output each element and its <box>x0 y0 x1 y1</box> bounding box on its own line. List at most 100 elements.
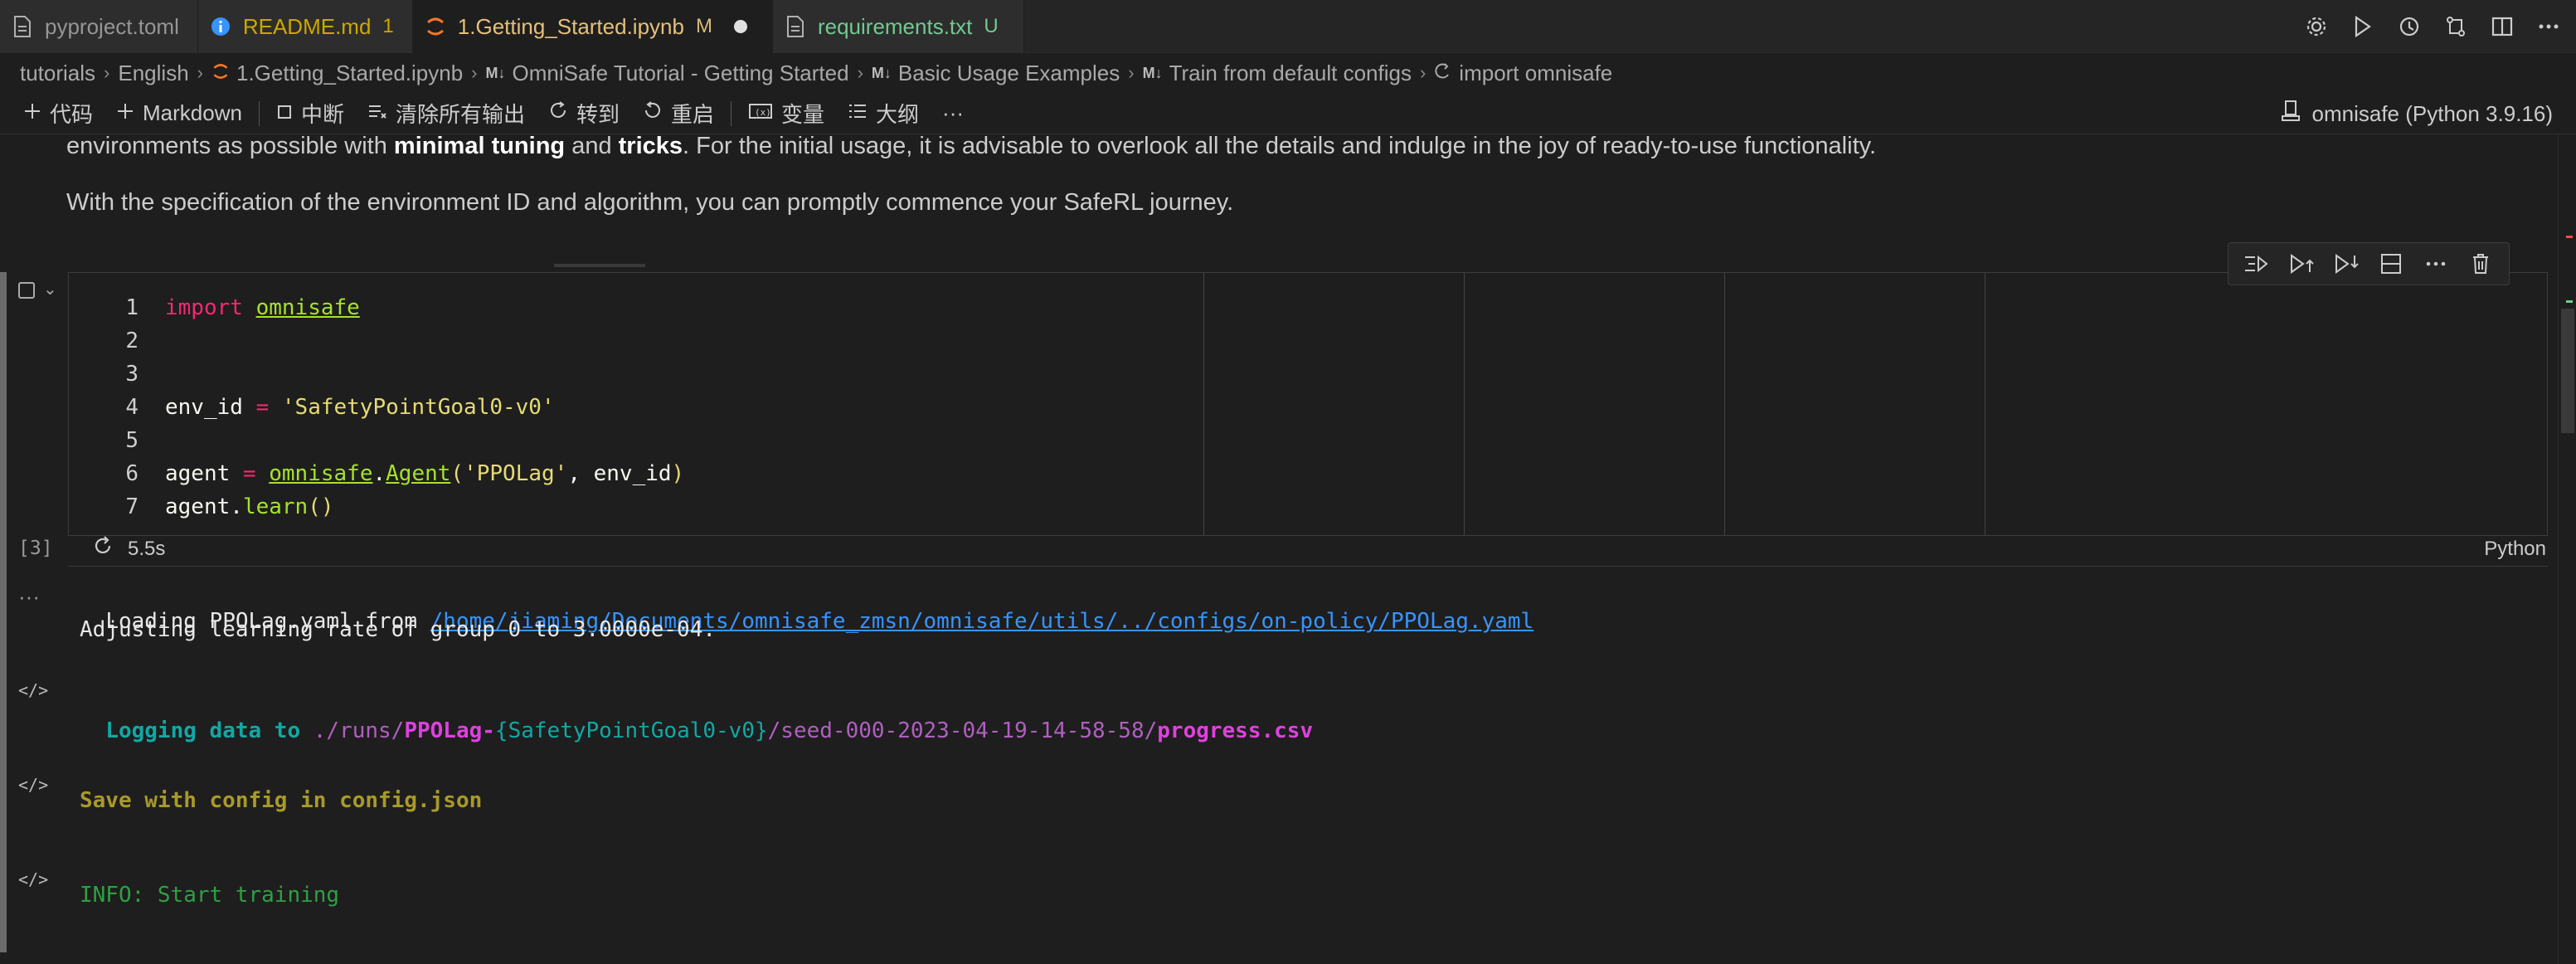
code-output-icon[interactable]: </> <box>18 680 48 700</box>
breadcrumb-item[interactable]: M↓ Basic Usage Examples <box>872 61 1120 86</box>
editor-actions <box>2304 0 2561 53</box>
code-line: 4 env_id = 'SafetyPointGoal0-v0' <box>69 391 554 424</box>
column-ruler <box>1464 273 1465 535</box>
info-icon <box>210 16 231 37</box>
execution-duration: 5.5s <box>128 537 166 560</box>
code-token: omnisafe <box>255 295 360 320</box>
cell-focus-indicator <box>0 272 7 952</box>
line-number: 6 <box>125 461 139 486</box>
breadcrumb-item[interactable]: M↓ OmniSafe Tutorial - Getting Started <box>486 61 849 86</box>
toolbar-divider <box>258 100 260 126</box>
more-toolbar-button[interactable]: ··· <box>931 95 975 132</box>
code-token: ) <box>671 461 685 486</box>
code-token: ( <box>450 461 464 486</box>
execute-below-icon[interactable] <box>2331 249 2361 279</box>
cell-select-checkbox[interactable] <box>18 282 35 299</box>
editor-tab-bar: pyproject.toml README.md 1 1.Getting_Sta… <box>0 0 2576 53</box>
outline-icon <box>848 100 868 126</box>
variables-button[interactable]: (x) 变量 <box>736 95 836 132</box>
cell-language-button[interactable]: Python <box>2484 538 2546 561</box>
chevron-down-icon[interactable]: ⌄ <box>43 279 57 299</box>
git-modified-badge: M <box>695 15 712 37</box>
breadcrumb-label: English <box>118 60 189 85</box>
breadcrumb-item[interactable]: English <box>118 61 188 86</box>
tab-getting-started-ipynb[interactable]: 1.Getting_Started.ipynb M <box>412 0 773 53</box>
output-line: Save with config in config.json <box>80 788 483 813</box>
add-code-cell-button[interactable]: 代码 <box>12 95 104 132</box>
tab-label: README.md <box>242 13 372 39</box>
md-bold: minimal tuning <box>393 133 566 159</box>
code-token: Agent <box>386 461 451 486</box>
button-label: 变量 <box>781 102 825 127</box>
code-line: 7 agent.learn() <box>69 490 333 523</box>
breadcrumb-label: 1.Getting_Started.ipynb <box>236 60 464 85</box>
output-line: Logging data to ./runs/PPOLag-{SafetyPoi… <box>80 694 1313 743</box>
more-actions-icon[interactable] <box>2421 249 2451 279</box>
code-editor[interactable]: 1 import omnisafe 2 3 4 env_id = 'Safety… <box>68 272 2548 536</box>
restart-icon <box>643 100 663 126</box>
markdown-icon: M↓ <box>1142 64 1163 81</box>
interrupt-button[interactable]: 中断 <box>265 95 356 132</box>
tab-requirements-txt[interactable]: requirements.txt U <box>772 0 1024 53</box>
breadcrumb: tutorials › English › 1.Getting_Started.… <box>0 56 2576 90</box>
tab-readme-md[interactable]: README.md 1 <box>197 0 413 53</box>
add-markdown-cell-button[interactable]: Markdown <box>104 95 254 132</box>
output-text: /seed-000-2023-04-19-14-58-58/ <box>767 718 1158 743</box>
gear-icon[interactable] <box>2304 14 2329 39</box>
compare-changes-icon[interactable] <box>2443 14 2468 39</box>
code-token: = <box>242 395 282 420</box>
notebook-toolbar: 代码 Markdown 中断 清除所有输出 转到 重启 (x) 变量 大纲 ··… <box>0 93 2576 134</box>
output-text: Logging data to <box>105 718 313 743</box>
breadcrumb-item[interactable]: tutorials <box>20 61 95 86</box>
output-actions-icon[interactable]: ··· <box>18 584 40 610</box>
split-editor-icon[interactable] <box>2490 14 2515 39</box>
goto-button[interactable]: 转到 <box>537 95 631 132</box>
refresh-icon[interactable] <box>91 534 114 563</box>
tab-label: 1.Getting_Started.ipynb <box>457 13 684 39</box>
chevron-right-icon: › <box>857 62 863 83</box>
split-cell-icon[interactable] <box>2376 249 2406 279</box>
kernel-picker[interactable]: omnisafe (Python 3.9.16) <box>2281 93 2554 134</box>
markdown-paragraph: With the specification of the environmen… <box>66 189 1233 217</box>
breadcrumb-item[interactable]: M↓ Train from default configs <box>1143 61 1412 86</box>
history-icon[interactable] <box>2397 14 2422 39</box>
md-text: environments as possible with <box>66 133 394 159</box>
line-number: 3 <box>125 362 139 387</box>
breadcrumb-item[interactable]: 1.Getting_Started.ipynb <box>211 61 463 86</box>
breadcrumb-item[interactable]: import omnisafe <box>1434 61 1612 86</box>
md-text: and <box>565 133 619 159</box>
vertical-scrollbar[interactable] <box>2558 134 2576 964</box>
tab-pyproject-toml[interactable]: pyproject.toml <box>0 0 198 53</box>
problem-count-badge: 1 <box>382 15 394 37</box>
cell-divider <box>68 566 2548 567</box>
code-token: . <box>372 461 386 486</box>
outline-button[interactable]: 大纲 <box>836 95 931 132</box>
markdown-icon: M↓ <box>485 64 506 81</box>
code-line: 1 import omnisafe <box>69 291 359 324</box>
unsaved-dot-icon[interactable] <box>733 20 747 33</box>
file-icon <box>785 16 806 37</box>
breadcrumb-label: import omnisafe <box>1459 60 1613 85</box>
trash-icon[interactable] <box>2466 249 2496 279</box>
more-actions-icon[interactable] <box>2536 14 2561 39</box>
run-icon[interactable] <box>2350 14 2375 39</box>
execute-above-icon[interactable] <box>2287 249 2316 279</box>
code-output-icon[interactable]: </> <box>18 869 48 889</box>
chevron-right-icon: › <box>197 62 203 83</box>
kernel-label: omnisafe (Python 3.9.16) <box>2311 100 2554 126</box>
code-line: 6 agent = omnisafe.Agent('PPOLag', env_i… <box>69 457 684 490</box>
cell-drag-handle[interactable] <box>554 264 645 267</box>
jupyter-icon <box>425 16 446 37</box>
code-output-icon[interactable]: </> <box>18 775 48 795</box>
code-token: env_id <box>165 395 243 420</box>
chevron-right-icon: › <box>1128 62 1135 83</box>
jupyter-icon <box>211 61 230 86</box>
tab-label: requirements.txt <box>817 13 973 39</box>
tab-label: pyproject.toml <box>45 13 179 39</box>
clear-all-outputs-button[interactable]: 清除所有输出 <box>356 95 537 132</box>
scrollbar-thumb[interactable] <box>2561 309 2574 433</box>
restart-kernel-button[interactable]: 重启 <box>631 95 726 132</box>
refresh-icon <box>548 100 568 126</box>
run-by-line-icon[interactable] <box>2242 249 2272 279</box>
ellipsis-icon: ··· <box>942 100 965 125</box>
